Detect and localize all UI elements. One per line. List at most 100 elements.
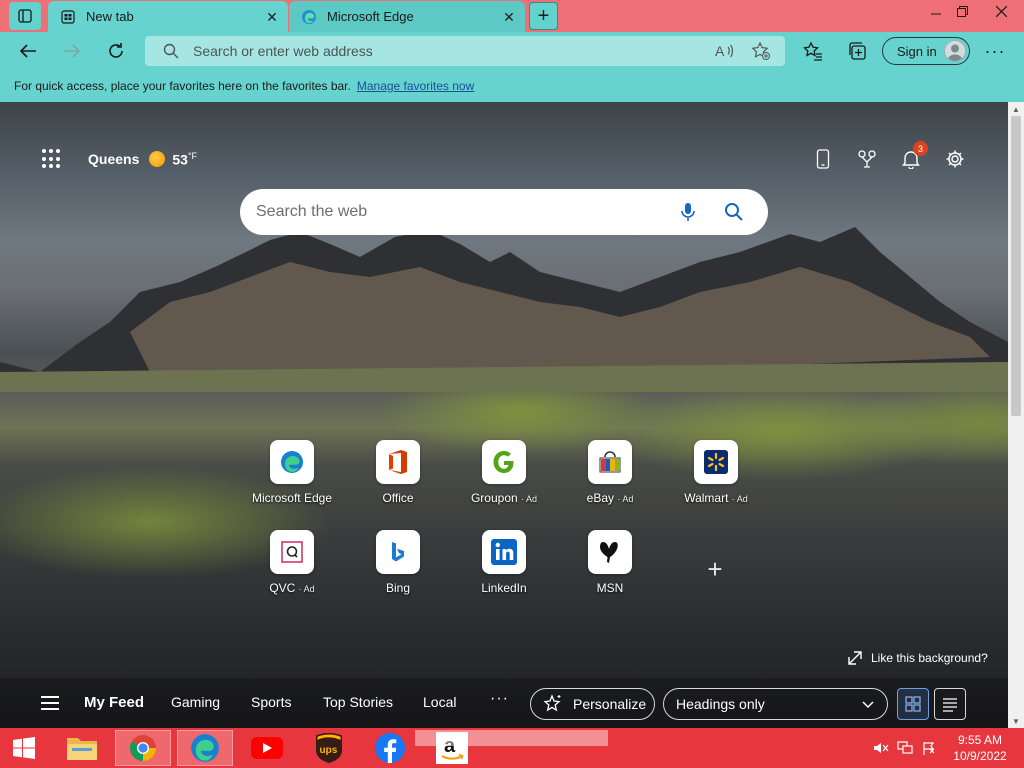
manage-favorites-link[interactable]: Manage favorites now (357, 79, 474, 93)
quick-link-msn[interactable]: MSN (560, 530, 660, 595)
sunny-weather-icon (149, 151, 166, 167)
office-logo-icon (376, 440, 420, 484)
taskbar-ups[interactable]: ups (301, 730, 357, 766)
web-search-input[interactable] (256, 203, 676, 221)
ebay-logo-icon (588, 440, 632, 484)
speaker-muted-icon[interactable] (872, 740, 890, 756)
network-icon[interactable] (896, 740, 914, 756)
quick-link-groupon[interactable]: Groupon · Ad (454, 440, 554, 505)
add-favorite-icon[interactable] (749, 39, 773, 63)
new-tab-page: Queens 53°F 3 Microsoft Edge Office (0, 102, 1008, 728)
mobile-app-button[interactable] (811, 146, 835, 172)
notification-count-badge: 3 (913, 141, 928, 156)
feed-tab-top-stories[interactable]: Top Stories (323, 694, 393, 710)
scroll-up-arrow-icon[interactable]: ▲ (1008, 102, 1024, 116)
quick-link-label: Office (382, 491, 414, 505)
weather-city[interactable]: Queens (88, 151, 139, 167)
system-tray (872, 740, 944, 756)
address-field[interactable]: A (145, 36, 785, 66)
qvc-logo-icon (270, 530, 314, 574)
collections-button[interactable] (842, 36, 872, 66)
quick-link-ebay[interactable]: eBay · Ad (560, 440, 660, 505)
scrollbar-thumb[interactable] (1011, 116, 1021, 416)
close-tab-icon[interactable]: ✕ (501, 9, 517, 25)
gear-icon (946, 150, 964, 168)
edge-logo-icon (301, 9, 317, 25)
favorites-bar: For quick access, place your favorites h… (0, 70, 1024, 102)
quick-link-linkedin[interactable]: LinkedIn (454, 530, 554, 595)
like-background-link[interactable]: Like this background? (848, 651, 988, 665)
tab-label: New tab (86, 9, 134, 24)
taskbar-google-chrome[interactable] (115, 730, 171, 766)
tab-microsoft-edge[interactable]: Microsoft Edge ✕ (289, 1, 525, 32)
taskbar-microsoft-edge[interactable] (177, 730, 233, 766)
microphone-icon[interactable] (676, 200, 700, 224)
quick-link-bing[interactable]: Bing (348, 530, 448, 595)
forward-button[interactable] (57, 36, 87, 66)
feed-tab-gaming[interactable]: Gaming (171, 694, 220, 710)
msn-logo-icon (588, 530, 632, 574)
phone-icon (816, 149, 830, 169)
read-aloud-icon[interactable]: A (713, 39, 737, 63)
hamburger-menu-icon[interactable] (41, 696, 59, 710)
favorites-button[interactable] (798, 36, 828, 66)
start-button[interactable] (8, 734, 40, 762)
quick-link-office[interactable]: Office (348, 440, 448, 505)
feed-tab-my-feed[interactable]: My Feed (84, 694, 144, 711)
page-settings-button[interactable] (943, 146, 967, 172)
settings-and-more-button[interactable]: ··· (982, 38, 1008, 64)
list-view-button[interactable] (934, 688, 966, 720)
quick-link-walmart[interactable]: Walmart · Ad (666, 440, 766, 505)
add-quick-link-button[interactable]: + (703, 554, 727, 584)
personalize-button[interactable]: Personalize (530, 688, 655, 720)
grid-view-button[interactable] (897, 688, 929, 720)
favorites-bar-message: For quick access, place your favorites h… (14, 79, 351, 93)
more-dots-icon: ··· (984, 40, 1006, 61)
taskbar-file-explorer[interactable] (54, 730, 110, 766)
scroll-down-arrow-icon[interactable]: ▼ (1008, 714, 1024, 728)
clock-date: 10/9/2022 (953, 749, 1007, 763)
search-icon[interactable] (722, 200, 746, 224)
close-window-button[interactable] (984, 0, 1018, 22)
edge-logo-icon (191, 734, 219, 762)
rewards-button[interactable] (855, 146, 879, 172)
taskbar-youtube[interactable] (239, 730, 295, 766)
feed-more-button[interactable]: ··· (490, 690, 509, 708)
address-input[interactable] (193, 43, 713, 59)
tab-actions-button[interactable] (9, 2, 41, 30)
app-launcher-icon[interactable] (42, 149, 62, 169)
background-image (0, 227, 1008, 392)
favorites-icon (803, 41, 822, 61)
quick-link-microsoft-edge[interactable]: Microsoft Edge (242, 440, 342, 505)
taskbar-facebook[interactable] (362, 730, 418, 766)
taskbar-clock[interactable]: 9:55 AM 10/9/2022 (950, 732, 1010, 764)
notifications-button[interactable]: 3 (899, 141, 928, 172)
feed-tab-local[interactable]: Local (423, 694, 456, 710)
minimize-icon (931, 13, 941, 15)
vertical-scrollbar[interactable]: ▲ ▼ (1008, 102, 1024, 728)
feed-layout-dropdown[interactable]: Headings only (663, 688, 888, 720)
address-bar: A Sign in ··· (0, 32, 1024, 70)
weather-temperature[interactable]: 53°F (172, 151, 197, 168)
list-view-icon (943, 698, 957, 712)
quick-link-qvc[interactable]: QVC · Ad (242, 530, 342, 595)
new-tab-button[interactable]: + (529, 2, 558, 30)
restore-button[interactable] (945, 0, 979, 22)
new-tab-icon (60, 9, 76, 25)
back-button[interactable] (13, 36, 43, 66)
tab-new-tab[interactable]: New tab ✕ (48, 1, 288, 32)
plus-icon: + (537, 4, 550, 27)
avatar-icon (944, 40, 966, 62)
refresh-button[interactable] (101, 36, 131, 66)
forward-arrow-icon (64, 44, 81, 58)
refresh-icon (109, 43, 123, 58)
web-search-box[interactable] (240, 189, 768, 235)
feed-tab-sports[interactable]: Sports (251, 694, 291, 710)
title-bar: New tab ✕ Microsoft Edge ✕ + (0, 0, 1024, 32)
sign-in-button[interactable]: Sign in (882, 37, 970, 65)
quick-link-label: Groupon · Ad (470, 491, 538, 505)
close-tab-icon[interactable]: ✕ (264, 9, 280, 25)
collections-icon (849, 42, 866, 60)
action-center-flag-icon[interactable] (920, 740, 938, 756)
rewards-trophy-icon (858, 150, 876, 168)
